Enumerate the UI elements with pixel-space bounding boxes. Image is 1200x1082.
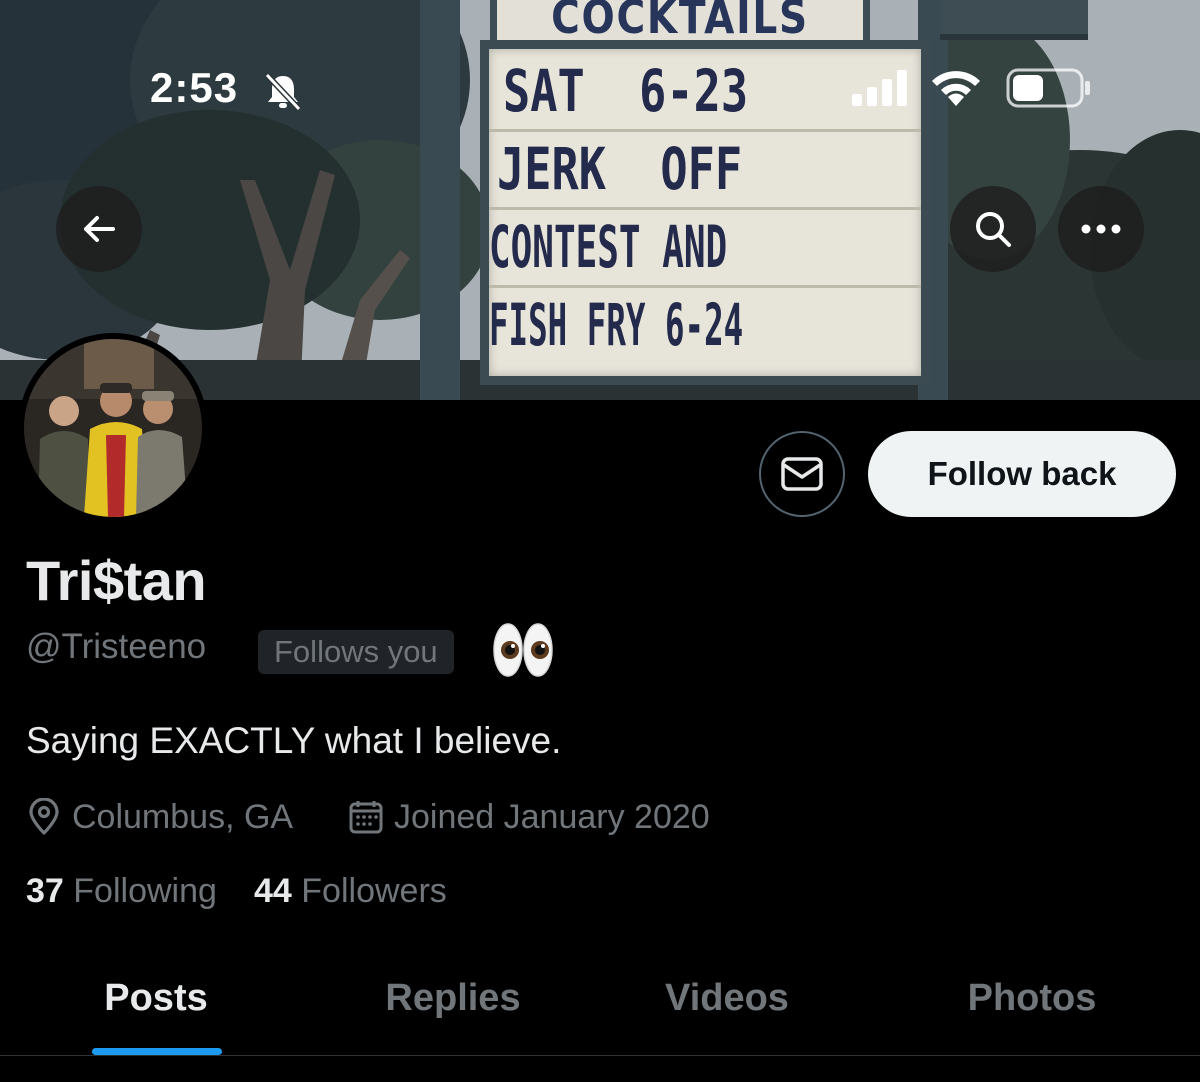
sign-line: JERK OFF: [497, 135, 743, 203]
sign-line: SAT 6-23: [503, 57, 749, 125]
tab-replies[interactable]: Replies: [350, 940, 556, 1056]
eyes-emoji-icon: [493, 623, 553, 677]
tab-videos[interactable]: Videos: [624, 940, 830, 1056]
wifi-icon: [932, 71, 980, 106]
follows-you-badge: Follows you: [258, 630, 454, 674]
bell-slash-icon: [264, 72, 302, 112]
arrow-left-icon: [84, 216, 115, 242]
followers-stat[interactable]: 44 Followers: [254, 872, 447, 911]
following-count: 37: [26, 872, 64, 910]
following-label: Following: [73, 872, 217, 910]
sign-header-text: COCKTAILS: [551, 0, 809, 44]
location-pin-icon: [29, 798, 59, 835]
followers-label: Followers: [301, 872, 447, 910]
joined-meta: Joined January 2020: [348, 794, 710, 840]
sign-line: CONTEST AND: [489, 213, 728, 281]
display-name: Tri$tan: [26, 549, 207, 612]
message-button[interactable]: [759, 431, 845, 517]
battery-icon: [1006, 68, 1090, 108]
profile-banner[interactable]: COCKTAILS SAT 6-23 JERK OFF CONTEST AND …: [0, 0, 1200, 400]
marquee-sign: COCKTAILS SAT 6-23 JERK OFF CONTEST AND …: [470, 0, 940, 392]
profile-bio: Saying EXACTLY what I believe.: [26, 720, 562, 761]
sign-divider: [489, 207, 921, 210]
search-icon: [976, 212, 1011, 247]
followers-count: 44: [254, 872, 292, 910]
avatar-photo: [24, 339, 202, 517]
sign-line: FISH FRY 6-24: [489, 291, 744, 359]
sign-post-left: [420, 0, 460, 400]
cellular-signal-icon: [852, 70, 907, 106]
profile-tabs: Posts Replies Videos Photos: [0, 940, 1200, 1056]
username-handle: @Tristeeno: [26, 627, 207, 666]
sign-divider: [489, 285, 921, 288]
search-button[interactable]: [950, 186, 1036, 272]
more-options-button[interactable]: [1058, 186, 1144, 272]
location-meta: Columbus, GA: [26, 794, 293, 840]
envelope-icon: [781, 457, 823, 491]
following-stat[interactable]: 37 Following: [26, 872, 217, 911]
follow-back-button[interactable]: Follow back: [868, 431, 1176, 517]
tab-photos[interactable]: Photos: [928, 940, 1136, 1056]
active-tab-indicator: [92, 1048, 222, 1055]
sign-divider: [489, 129, 921, 132]
location-text: Columbus, GA: [72, 797, 294, 836]
tab-posts[interactable]: Posts: [50, 940, 262, 1056]
joined-text: Joined January 2020: [394, 797, 710, 836]
back-button[interactable]: [56, 186, 142, 272]
avatar[interactable]: [18, 333, 208, 523]
building-awning: [940, 0, 1088, 40]
more-horizontal-icon: [1081, 224, 1121, 234]
calendar-icon: [349, 801, 383, 834]
status-time: 2:53: [150, 64, 239, 111]
